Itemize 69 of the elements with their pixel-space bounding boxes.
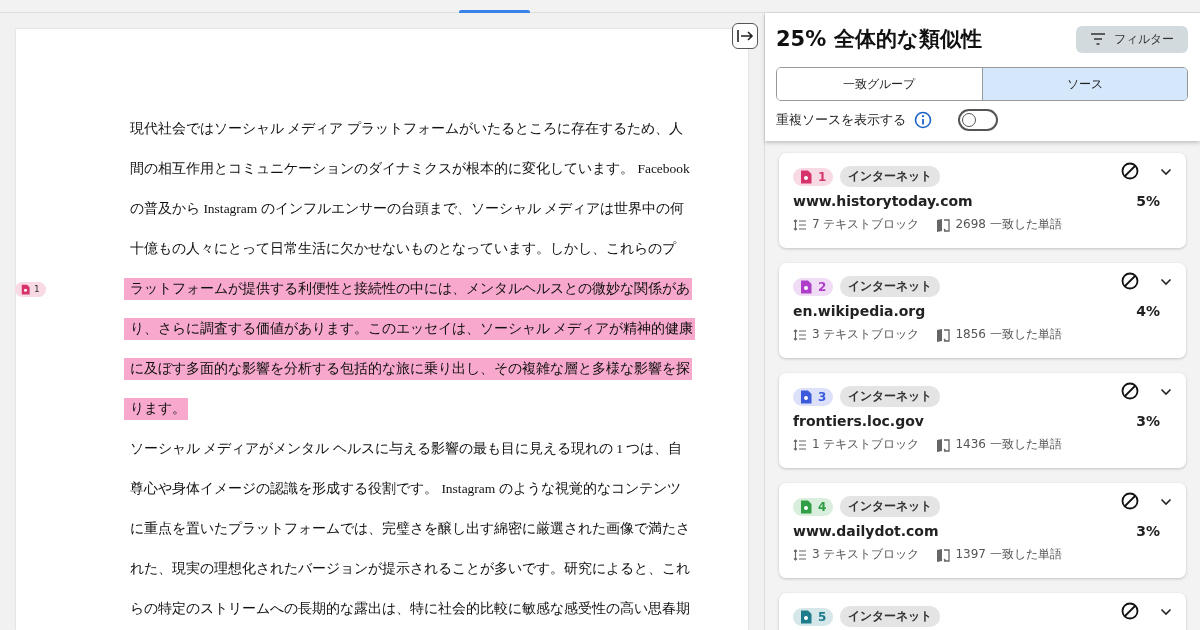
text-line: ソーシャル メディアがメンタル ヘルスに与える影響の最も目に見える現れの 1 つは、自 (129, 440, 684, 458)
text-blocks-icon (793, 438, 807, 451)
source-type-tag: インターネット (840, 276, 941, 297)
matched-words-icon (936, 437, 951, 452)
match-percent: 4% (1136, 303, 1160, 319)
exclude-icon[interactable] (1121, 381, 1139, 400)
chevron-down-icon[interactable] (1160, 277, 1172, 286)
text-line: 十億もの人々にとって日常生活に欠かせないものとなっています。しかし、これらのプ (129, 240, 678, 258)
exclude-icon[interactable] (1121, 601, 1139, 620)
toggle-label: 重複ソースを表示する (776, 111, 906, 129)
text-line: の普及から Instagram のインフルエンサーの台頭まで、ソーシャル メディアは世界中の何 (129, 200, 686, 218)
source-card[interactable]: 1 インターネット www.historytoday.com 5% 7 テキストブロック 2698 一致した単語 (779, 153, 1186, 248)
source-type-tag: インターネット (840, 386, 941, 407)
filter-button[interactable]: フィルター (1076, 25, 1188, 53)
source-type-tag: インターネット (840, 496, 941, 517)
source-number-badge: 2 (793, 277, 834, 296)
expand-panel-button[interactable] (732, 23, 758, 49)
text-block-count: 3 テキストブロック (812, 546, 920, 563)
source-card[interactable]: 4 インターネット www.dailydot.com 3% 3 テキストブロック 1397 一致した単語 (779, 483, 1186, 578)
source-number-badge: 3 (793, 387, 834, 406)
matched-words-icon (936, 327, 951, 342)
source-card[interactable]: 5 インターネット (779, 593, 1186, 630)
source-domain: www.historytoday.com (793, 193, 973, 209)
matched-word-count: 2698 一致した単語 (955, 216, 1062, 233)
source-domain: www.dailydot.com (793, 523, 939, 539)
source-number-badge: 5 (793, 607, 834, 626)
matched-word-count: 1436 一致した単語 (955, 436, 1062, 453)
text-line: に重点を置いたプラットフォームでは、完璧さを醸し出す綿密に厳選された画像で満たさ (129, 520, 691, 538)
chevron-down-icon[interactable] (1160, 387, 1172, 396)
active-tab-indicator (459, 10, 530, 13)
exclude-icon[interactable] (1121, 491, 1139, 510)
text-line: らの特定のストリームへの長期的な露出は、特に社会的比較に敏感な感受性の高い思春期 (129, 600, 691, 618)
source-domain: frontiers.loc.gov (793, 413, 924, 429)
source-card[interactable]: 2 インターネット en.wikipedia.org 4% 3 テキストブロック 1856 一致した単語 (779, 263, 1186, 358)
text-block-count: 1 テキストブロック (812, 436, 920, 453)
match-percent: 3% (1136, 413, 1160, 429)
matched-word-count: 1397 一致した単語 (955, 546, 1062, 563)
source-domain: en.wikipedia.org (793, 303, 926, 319)
text-blocks-icon (793, 218, 807, 231)
text-blocks-icon (793, 328, 807, 341)
matched-words-icon (936, 217, 951, 232)
text-block-count: 3 テキストブロック (812, 326, 920, 343)
collapse-arrow-icon (736, 29, 754, 43)
matched-word-count: 1856 一致した単語 (955, 326, 1062, 343)
chevron-down-icon[interactable] (1160, 607, 1172, 616)
text-line: 間の相互作用とコミュニケーションのダイナミクスが根本的に変化しています。 Facebook (129, 160, 691, 178)
match-percent: 3% (1136, 523, 1160, 539)
text-block-count: 7 テキストブロック (812, 216, 920, 233)
exclude-icon[interactable] (1121, 161, 1139, 180)
source-card[interactable]: 3 インターネット frontiers.loc.gov 3% 1 テキストブロック 1436 一致した単語 (779, 373, 1186, 468)
source-type-tag: インターネット (840, 166, 941, 187)
match-percent: 5% (1136, 193, 1160, 209)
similarity-title: 25% 全体的な類似性 (776, 26, 982, 53)
chevron-down-icon[interactable] (1160, 497, 1172, 506)
text-line: 現代社会ではソーシャル メディア プラットフォームがいたるところに存在するため、人 (129, 120, 684, 138)
text-line: れた、現実の理想化されたバージョンが提示されることが多いです。研究によると、これ (129, 560, 691, 578)
match-marker[interactable]: 1 (15, 281, 46, 297)
filter-icon (1090, 33, 1106, 45)
matched-words-icon (936, 547, 951, 562)
exclude-icon[interactable] (1121, 271, 1139, 290)
source-number-badge: 4 (793, 497, 834, 516)
info-icon[interactable] (914, 111, 932, 129)
chevron-down-icon[interactable] (1160, 167, 1172, 176)
text-blocks-icon (793, 548, 807, 561)
duplicate-toggle[interactable] (958, 109, 998, 131)
view-tab[interactable]: ソース (981, 68, 1187, 100)
source-number-badge: 1 (793, 167, 834, 186)
text-line: 尊心や身体イメージの認識を形成する役割です。 Instagram のような視覚的なコンテンツ (129, 480, 682, 498)
source-type-tag: インターネット (840, 606, 941, 627)
